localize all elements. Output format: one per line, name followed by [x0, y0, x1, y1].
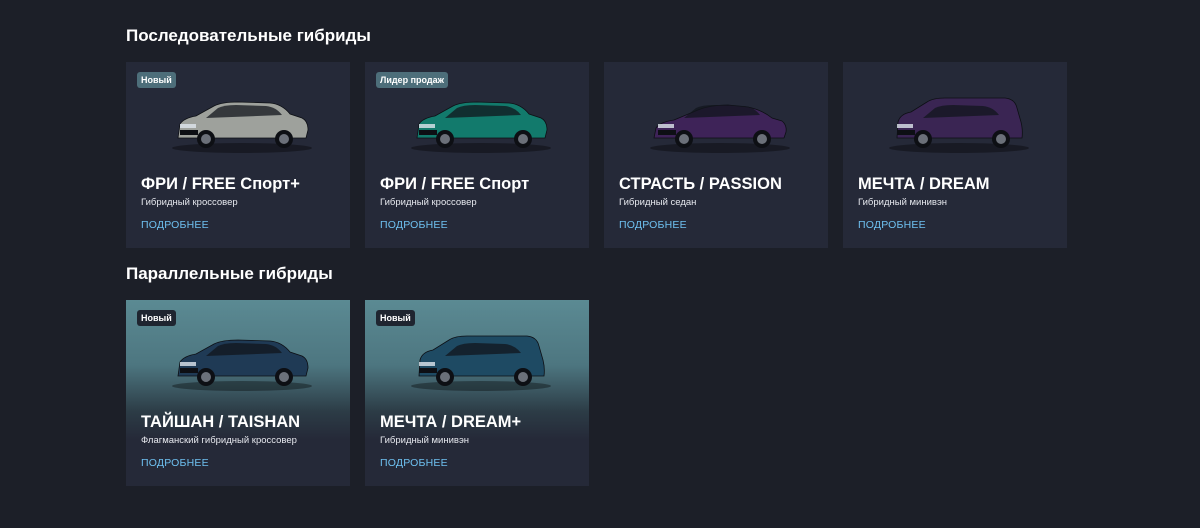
- details-link[interactable]: ПОДРОБНЕЕ: [858, 219, 926, 231]
- car-card-dream-plus[interactable]: Новый МЕЧТА / DREAM+ Гибридный минивэн П…: [365, 300, 589, 486]
- car-image: [411, 335, 551, 391]
- details-link[interactable]: ПОДРОБНЕЕ: [141, 219, 209, 231]
- details-link[interactable]: ПОДРОБНЕЕ: [380, 457, 448, 469]
- card-subtitle: Гибридный кроссовер: [141, 197, 238, 208]
- badge-new: Новый: [137, 310, 176, 326]
- car-image: [172, 339, 312, 391]
- details-link[interactable]: ПОДРОБНЕЕ: [619, 219, 687, 231]
- card-title: СТРАСТЬ / PASSION: [619, 175, 782, 193]
- badge-new: Новый: [137, 72, 176, 88]
- car-card-free-sport[interactable]: Лидер продаж ФРИ / FREE Спорт Гибридный …: [365, 62, 589, 248]
- details-link[interactable]: ПОДРОБНЕЕ: [380, 219, 448, 231]
- car-card-free-sport-plus[interactable]: Новый ФРИ / FREE Спорт+ Гибридный кроссо…: [126, 62, 350, 248]
- car-image: [889, 97, 1029, 153]
- car-image: [650, 104, 790, 153]
- car-image: [172, 101, 312, 153]
- serial-hybrids-grid: Новый ФРИ / FREE Спорт+ Гибридный кроссо…: [126, 62, 1067, 248]
- car-card-passion[interactable]: СТРАСТЬ / PASSION Гибридный седан ПОДРОБ…: [604, 62, 828, 248]
- card-title: ТАЙШАН / TAISHAN: [141, 413, 301, 431]
- card-subtitle: Гибридный минивэн: [858, 197, 948, 208]
- car-card-taishan[interactable]: Новый ТАЙШАН / TAISHAN Флагманский гибри…: [126, 300, 350, 486]
- card-subtitle: Гибридный минивэн: [380, 435, 470, 446]
- badge-bestseller: Лидер продаж: [376, 72, 448, 88]
- card-title: ФРИ / FREE Спорт+: [141, 175, 300, 193]
- parallel-hybrids-grid: Новый ТАЙШАН / TAISHAN Флагманский гибри…: [126, 300, 589, 486]
- card-title: МЕЧТА / DREAM: [858, 175, 990, 193]
- section-title-parallel-hybrids: Параллельные гибриды: [126, 264, 333, 283]
- card-title: МЕЧТА / DREAM+: [380, 413, 522, 431]
- badge-new: Новый: [376, 310, 415, 326]
- card-subtitle: Гибридный кроссовер: [380, 197, 477, 208]
- car-image: [411, 101, 551, 153]
- car-card-dream[interactable]: МЕЧТА / DREAM Гибридный минивэн ПОДРОБНЕ…: [843, 62, 1067, 248]
- section-title-serial-hybrids: Последовательные гибриды: [126, 26, 371, 45]
- card-title: ФРИ / FREE Спорт: [380, 175, 530, 193]
- card-subtitle: Гибридный седан: [619, 197, 697, 208]
- details-link[interactable]: ПОДРОБНЕЕ: [141, 457, 209, 469]
- card-subtitle: Флагманский гибридный кроссовер: [141, 435, 297, 446]
